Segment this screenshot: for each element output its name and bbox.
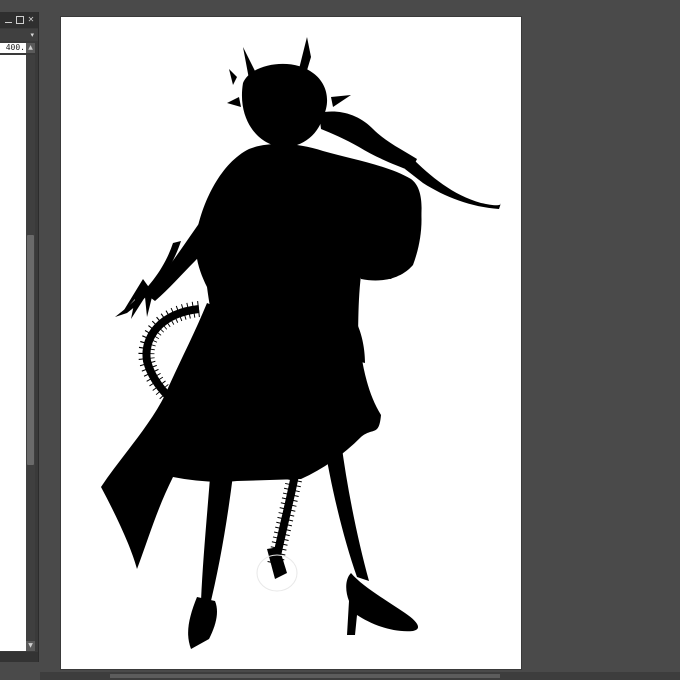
right-leg (323, 437, 369, 581)
close-icon[interactable]: ✕ (27, 16, 35, 24)
left-shoe (188, 597, 217, 649)
workspace: ✕ ▾ 400. ▲ ▼ (0, 0, 680, 680)
palette-scroll-thumb[interactable] (27, 235, 34, 465)
palette-footer (0, 652, 38, 662)
horizontal-scrollbar[interactable] (40, 672, 680, 680)
maximize-icon[interactable] (16, 16, 24, 24)
head (241, 63, 328, 148)
right-sleeve (354, 178, 422, 281)
scroll-up-button[interactable]: ▲ (26, 43, 35, 53)
palette-titlebar: ✕ (0, 12, 38, 28)
palette-scrollbar[interactable] (26, 55, 35, 651)
right-shoe (346, 573, 419, 635)
horizontal-scroll-thumb[interactable] (110, 674, 500, 678)
palette-panel (0, 55, 26, 651)
drawing-canvas[interactable] (61, 17, 521, 669)
tail-tip (267, 547, 287, 579)
size-value-field[interactable]: 400. (0, 43, 26, 53)
palette-toolbar: ▾ (0, 29, 38, 41)
minimize-icon[interactable] (5, 16, 13, 24)
scroll-down-button[interactable]: ▼ (26, 641, 35, 651)
chevron-down-icon[interactable]: ▾ (30, 31, 34, 39)
tool-palette: ✕ ▾ 400. ▲ ▼ (0, 12, 39, 662)
left-leg (201, 465, 233, 609)
silhouette-artwork (101, 37, 501, 649)
